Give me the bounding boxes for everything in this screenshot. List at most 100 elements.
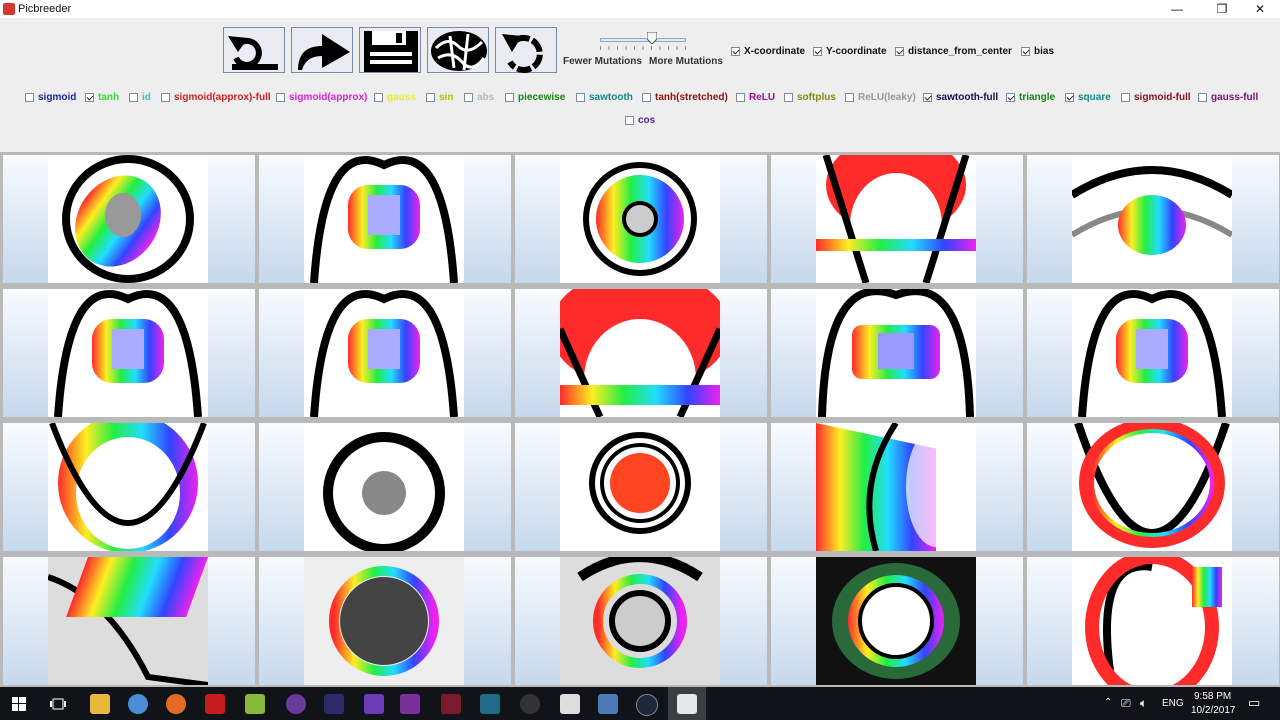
- checkbox-softplus[interactable]: softplus: [784, 92, 836, 103]
- checkbox-square[interactable]: square: [1065, 92, 1111, 103]
- evolved-image[interactable]: [560, 289, 720, 417]
- checkbox-box[interactable]: [85, 93, 94, 102]
- checkbox-box[interactable]: [625, 116, 634, 125]
- reset-button[interactable]: [223, 27, 285, 73]
- checkbox-triangle[interactable]: triangle: [1006, 92, 1055, 103]
- checkbox-distance-from-center[interactable]: distance_from_center: [895, 46, 1012, 57]
- chrome-icon[interactable]: [128, 694, 148, 714]
- checkbox-x-coordinate[interactable]: X-coordinate: [731, 46, 805, 57]
- evolved-image-tile[interactable]: [515, 557, 767, 685]
- task-view-icon[interactable]: [50, 696, 66, 712]
- evolved-image[interactable]: [1072, 557, 1232, 685]
- evolved-image-tile[interactable]: [1027, 557, 1279, 685]
- checkbox-sigmoid-approx-full[interactable]: sigmoid(approx)-full: [161, 92, 271, 103]
- checkbox-box[interactable]: [464, 93, 473, 102]
- windows-start-icon[interactable]: [12, 697, 26, 711]
- checkbox-id[interactable]: id: [129, 92, 151, 103]
- checkbox-box[interactable]: [1198, 93, 1207, 102]
- undo-button[interactable]: [495, 27, 557, 73]
- filezilla-icon[interactable]: [205, 694, 225, 714]
- evolved-image-tile[interactable]: [515, 423, 767, 551]
- java-app-active-tab[interactable]: [668, 687, 706, 720]
- checkbox-box[interactable]: [374, 93, 383, 102]
- checkbox-box[interactable]: [161, 93, 170, 102]
- evolved-image[interactable]: [48, 557, 208, 685]
- volume-icon[interactable]: 🔈︎: [1140, 696, 1147, 711]
- checkbox-box[interactable]: [642, 93, 651, 102]
- intellij-icon[interactable]: [400, 694, 420, 714]
- clock-time[interactable]: 9:58 PM: [1194, 691, 1231, 702]
- checkbox-abs[interactable]: abs: [464, 92, 494, 103]
- evolved-image[interactable]: [816, 155, 976, 283]
- checkbox-box[interactable]: [1121, 93, 1130, 102]
- evolved-image-tile[interactable]: [771, 289, 1023, 417]
- checkbox-gauss[interactable]: gauss: [374, 92, 416, 103]
- evolved-image-tile[interactable]: [259, 557, 511, 685]
- save-button[interactable]: [359, 27, 421, 73]
- checkbox-box[interactable]: [576, 93, 585, 102]
- network-app-icon[interactable]: [598, 694, 618, 714]
- evolved-image-tile[interactable]: [1027, 423, 1279, 551]
- checkbox-relu[interactable]: ReLU: [736, 92, 775, 103]
- obs-icon[interactable]: [520, 694, 540, 714]
- evolved-image[interactable]: [1072, 289, 1232, 417]
- checkbox-box[interactable]: [784, 93, 793, 102]
- evolve-button[interactable]: [291, 27, 353, 73]
- checkbox-box[interactable]: [923, 93, 932, 102]
- network-tray-icon[interactable]: ⎚: [1121, 696, 1131, 711]
- evolved-image-tile[interactable]: [1027, 289, 1279, 417]
- checkbox-tanh-stretched[interactable]: tanh(stretched): [642, 92, 728, 103]
- evolved-image[interactable]: [560, 423, 720, 551]
- evolved-image-tile[interactable]: [771, 423, 1023, 551]
- checkbox-box[interactable]: [129, 93, 138, 102]
- mutation-rate-slider[interactable]: [600, 32, 686, 52]
- typora-icon[interactable]: [560, 694, 580, 714]
- evolved-image[interactable]: [304, 423, 464, 551]
- checkbox-sigmoid-full[interactable]: sigmoid-full: [1121, 92, 1191, 103]
- evolved-image-tile[interactable]: [259, 289, 511, 417]
- evolved-image-tile[interactable]: [1027, 155, 1279, 283]
- checkbox-box[interactable]: [1006, 93, 1015, 102]
- evolved-image[interactable]: [1072, 423, 1232, 551]
- checkbox-box[interactable]: [731, 47, 740, 56]
- app-red-icon[interactable]: [441, 694, 461, 714]
- checkbox-sigmoid-approx[interactable]: sigmoid(approx): [276, 92, 367, 103]
- checkbox-y-coordinate[interactable]: Y-coordinate: [813, 46, 887, 57]
- evolved-image-tile[interactable]: [259, 155, 511, 283]
- evolved-image[interactable]: [48, 155, 208, 283]
- checkbox-sin[interactable]: sin: [426, 92, 453, 103]
- language-indicator[interactable]: ENG: [1162, 698, 1184, 709]
- evolved-image-tile[interactable]: [3, 557, 255, 685]
- close-button[interactable]: ✕: [1243, 0, 1277, 18]
- steam-icon[interactable]: [636, 694, 658, 716]
- evolved-image-tile[interactable]: [3, 155, 255, 283]
- checkbox-piecewise[interactable]: piecewise: [505, 92, 565, 103]
- checkbox-box[interactable]: [895, 47, 904, 56]
- eclipse-icon[interactable]: [324, 694, 344, 714]
- evolved-image-tile[interactable]: [3, 289, 255, 417]
- evolved-image-tile[interactable]: [515, 289, 767, 417]
- checkbox-sigmoid[interactable]: sigmoid: [25, 92, 76, 103]
- checkbox-box[interactable]: [276, 93, 285, 102]
- evolved-image[interactable]: [304, 155, 464, 283]
- evolved-image[interactable]: [816, 423, 976, 551]
- checkbox-cos[interactable]: cos: [625, 115, 655, 126]
- checkbox-box[interactable]: [426, 93, 435, 102]
- notepad-plus-icon[interactable]: [245, 694, 265, 714]
- checkbox-box[interactable]: [505, 93, 514, 102]
- firefox-icon[interactable]: [166, 694, 186, 714]
- checkbox-box[interactable]: [1021, 47, 1030, 56]
- evolved-image-tile[interactable]: [3, 423, 255, 551]
- network-button[interactable]: [427, 27, 489, 73]
- amazon-music-icon[interactable]: [480, 694, 500, 714]
- evolved-image-tile[interactable]: [771, 557, 1023, 685]
- checkbox-box[interactable]: [736, 93, 745, 102]
- evolved-image-tile[interactable]: [259, 423, 511, 551]
- evolved-image[interactable]: [816, 557, 976, 685]
- evolved-image[interactable]: [48, 423, 208, 551]
- slider-thumb[interactable]: [647, 32, 657, 44]
- checkbox-sawtooth[interactable]: sawtooth: [576, 92, 633, 103]
- evolved-image-tile[interactable]: [771, 155, 1023, 283]
- checkbox-box[interactable]: [25, 93, 34, 102]
- file-explorer-icon[interactable]: [90, 694, 110, 714]
